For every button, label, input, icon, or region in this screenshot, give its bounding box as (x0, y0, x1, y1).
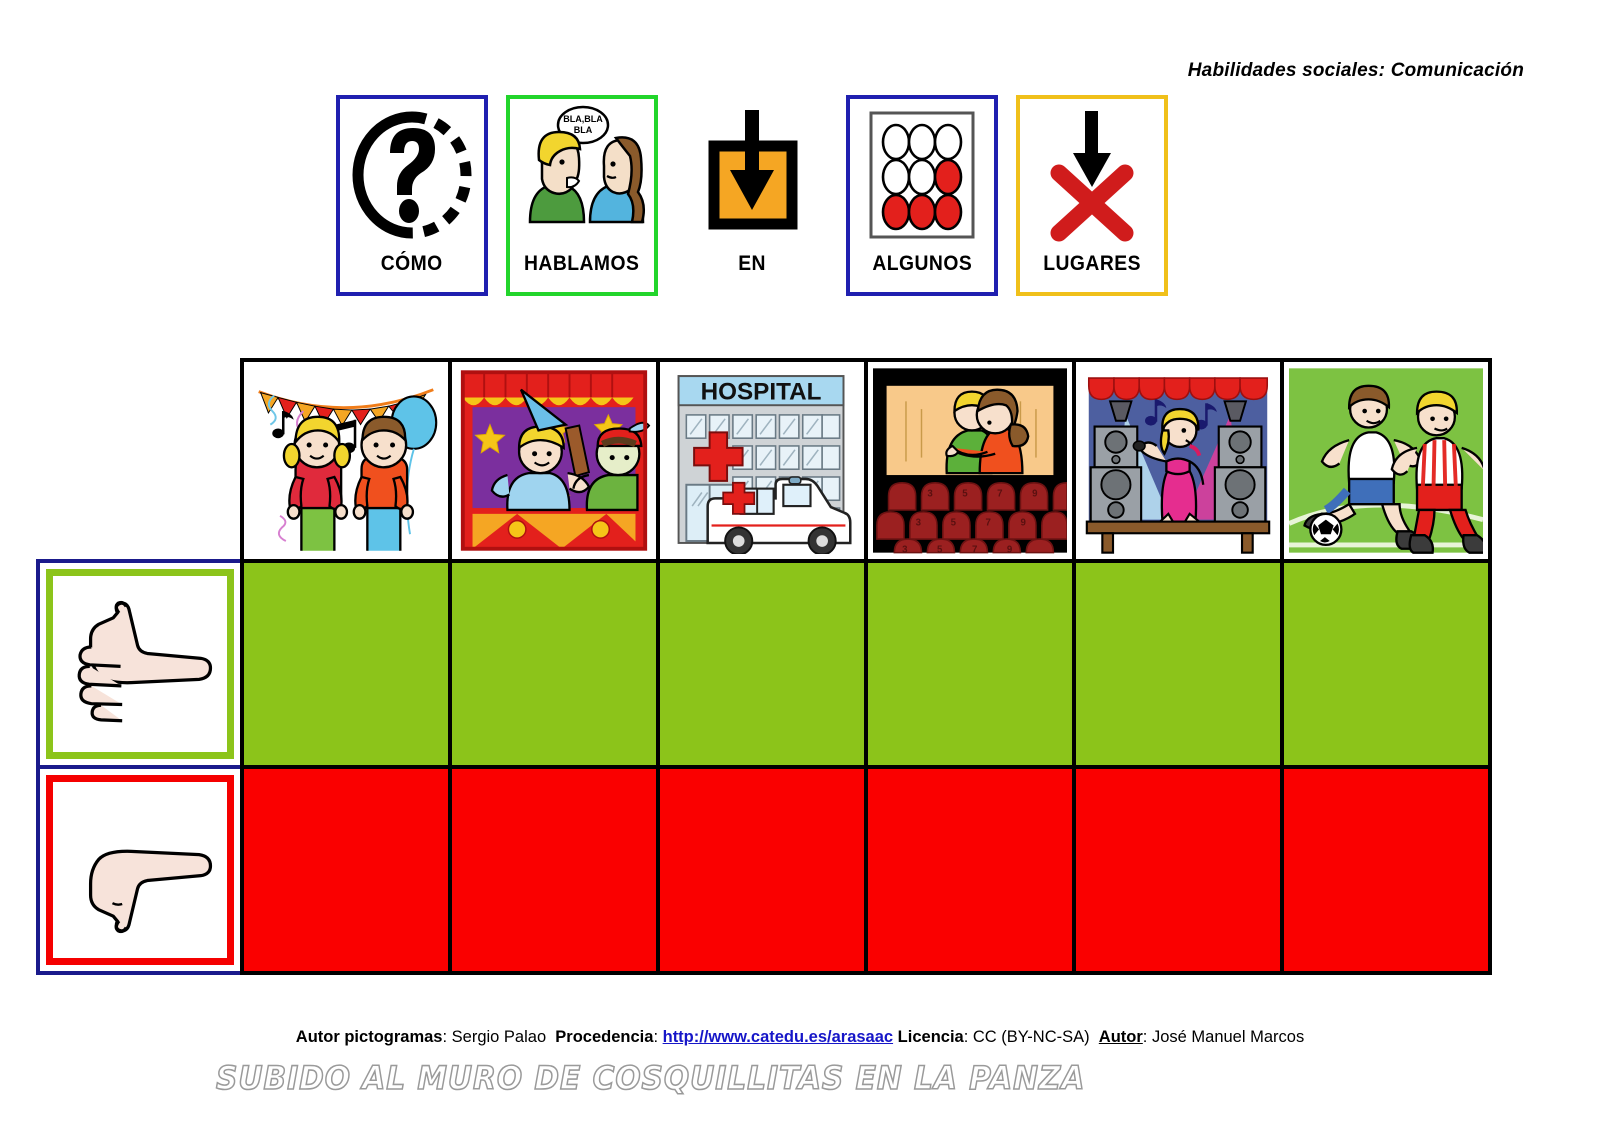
credits-license-value: CC (BY-NC-SA) (972, 1028, 1090, 1046)
seat-number: 5 (937, 545, 943, 554)
answer-cell-no-cine[interactable] (864, 765, 1076, 975)
answer-cell-no-teatro[interactable] (448, 765, 660, 975)
sentence-card-lugares[interactable]: LUGARES (1016, 95, 1168, 296)
answer-cell-si-hospital[interactable] (656, 559, 868, 769)
answer-cell-si-concierto[interactable] (1072, 559, 1284, 769)
category-label: Habilidades sociales: Comunicación (1187, 60, 1524, 81)
place-cell-futbol[interactable] (1280, 358, 1492, 563)
sentence-card-label: ALGUNOS (872, 252, 972, 275)
answer-cell-no-concierto[interactable] (1072, 765, 1284, 975)
arrow-and-red-cross-icon (1022, 103, 1162, 247)
credits-author-label: Autor (1098, 1028, 1143, 1046)
seat-number: 3 (927, 488, 933, 499)
worksheet-page: Habilidades sociales: Comunicación CÓMO (0, 0, 1600, 1131)
seat-number: 9 (1007, 545, 1013, 554)
place-cell-teatro[interactable] (448, 358, 660, 563)
row-si (36, 559, 1492, 769)
credits-author-value: José Manuel Marcos (1151, 1028, 1305, 1046)
place-cell-cine[interactable]: 3 5 7 9 3 5 7 9 3 5 7 9 (864, 358, 1076, 563)
arrow-into-box-icon (682, 103, 822, 247)
soccer-match-icon (1289, 368, 1483, 554)
wall-note: SUBIDO AL MURO DE COSQUILLITAS EN LA PAN… (215, 1058, 1086, 1098)
seat-number: 3 (902, 545, 908, 554)
seat-number: 7 (986, 517, 991, 528)
places-header-row: HOSPITAL 3 5 7 9 3 5 7 9 3 5 7 9 (240, 358, 1492, 563)
seat-number: 7 (972, 545, 977, 554)
sentence-card-en[interactable]: EN (676, 95, 828, 296)
thumbs-up-icon (77, 600, 213, 723)
answer-cell-si-cine[interactable] (864, 559, 1076, 769)
row-no (36, 765, 1492, 975)
sentence-strip: CÓMO BLA,BLA BLA HABLAMOS EN ALGUNOS LUG… (336, 95, 1168, 296)
place-cell-hospital[interactable]: HOSPITAL (656, 358, 868, 563)
credits-source-label: Procedencia (555, 1028, 654, 1046)
credits-line: Autor pictogramas: Sergio Palao Proceden… (295, 1028, 1305, 1046)
sentence-card-algunos[interactable]: ALGUNOS (846, 95, 998, 296)
sentence-card-label: LUGARES (1043, 252, 1141, 275)
answer-cell-no-futbol[interactable] (1280, 765, 1492, 975)
activity-grid: HOSPITAL 3 5 7 9 3 5 7 9 3 5 7 9 (36, 358, 1492, 975)
puppet-theater-icon (457, 368, 651, 553)
concert-singer-icon (1081, 368, 1275, 554)
seat-number: 9 (1032, 488, 1038, 499)
answer-cell-si-fiesta[interactable] (240, 559, 452, 769)
place-cell-concierto[interactable] (1072, 358, 1284, 563)
sentence-card-label: HABLAMOS (524, 252, 640, 275)
sentence-card-como[interactable]: CÓMO (336, 95, 488, 296)
credits-source-link[interactable]: http://www.catedu.es/arasaac (663, 1028, 893, 1046)
thumbs-down-icon (88, 849, 213, 934)
answer-cell-si-teatro[interactable] (448, 559, 660, 769)
seat-number: 9 (1020, 517, 1026, 528)
answer-cell-no-hospital[interactable] (656, 765, 868, 975)
svg-text:BLA,BLA: BLA,BLA (563, 114, 603, 124)
row-header-thumbs-down[interactable] (36, 765, 244, 975)
seat-number: 5 (962, 488, 968, 499)
row-header-thumbs-up[interactable] (36, 559, 244, 769)
credits-author-pictograms-label: Autor pictogramas (295, 1028, 443, 1046)
credits-author-pictograms-value: Sergio Palao (451, 1028, 547, 1046)
party-children-icon (249, 368, 443, 553)
cinema-screen-icon: 3 5 7 9 3 5 7 9 3 5 7 9 (873, 368, 1067, 554)
answer-cell-no-fiesta[interactable] (240, 765, 452, 975)
sentence-card-label: EN (738, 252, 766, 275)
question-mark-icon (342, 103, 482, 247)
sentence-card-label: CÓMO (381, 252, 443, 275)
seat-number: 7 (997, 488, 1002, 499)
sentence-card-hablamos[interactable]: BLA,BLA BLA HABLAMOS (506, 95, 658, 296)
hospital-ambulance-icon: HOSPITAL (665, 368, 859, 554)
svg-text:BLA: BLA (574, 125, 593, 135)
credits-license-label: Licencia (897, 1028, 964, 1046)
seat-number: 3 (916, 517, 922, 528)
seat-number: 5 (951, 517, 957, 528)
place-cell-fiesta[interactable] (240, 358, 452, 563)
answer-cell-si-futbol[interactable] (1280, 559, 1492, 769)
two-people-talking-icon: BLA,BLA BLA (512, 103, 652, 247)
some-dots-icon (852, 103, 992, 247)
hospital-sign-text: HOSPITAL (701, 378, 822, 405)
